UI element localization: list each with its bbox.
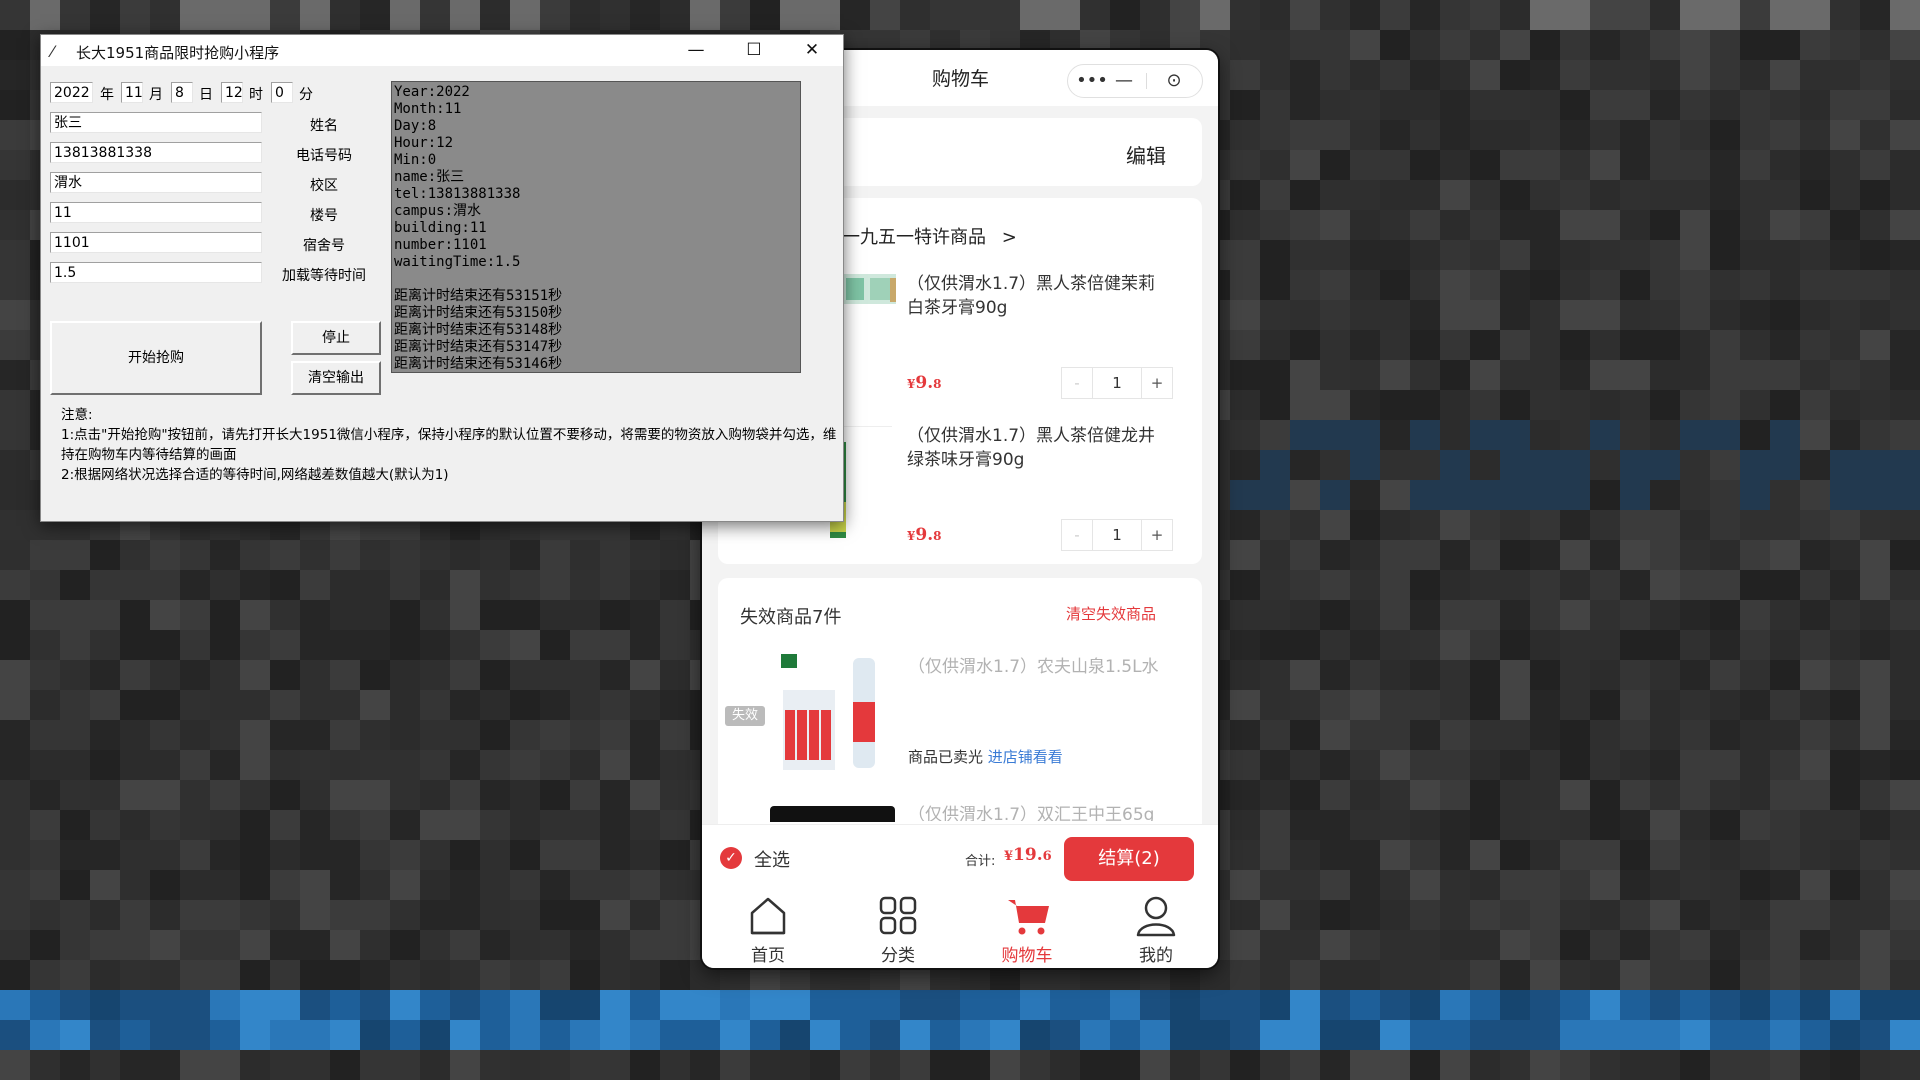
quantity-value[interactable]: 1 bbox=[1093, 520, 1141, 550]
increase-button[interactable]: + bbox=[1141, 368, 1172, 398]
campus-label: 校区 bbox=[310, 178, 338, 194]
clear-output-button[interactable]: 清空输出 bbox=[291, 361, 381, 395]
decrease-button[interactable]: - bbox=[1062, 520, 1093, 550]
output-line: building:11 bbox=[394, 220, 487, 236]
window-titlebar: ⁄ 长大1951商品限时抢购小程序 — ☐ ✕ bbox=[41, 35, 843, 66]
name-input[interactable]: 张三 bbox=[50, 112, 262, 133]
output-line: Month:11 bbox=[394, 101, 462, 117]
day-input[interactable]: 8 bbox=[171, 82, 193, 103]
year-label: 年 bbox=[100, 87, 114, 103]
output-line: waitingTime:1.5 bbox=[394, 254, 521, 270]
output-line: Min:0 bbox=[394, 152, 437, 168]
dorm-number-input[interactable]: 1101 bbox=[50, 232, 262, 253]
invalid-item-title: （仅供渭水1.7）农夫山泉1.5L水 bbox=[908, 657, 1159, 677]
output-line: 距离计时结束还有53146秒 bbox=[394, 356, 563, 372]
note-line: 2:根据网络状况选择合适的等待时间,网络越差数值越大(默认为1) bbox=[61, 467, 449, 483]
toothpaste-thumbnail bbox=[840, 274, 896, 304]
invalid-items-title: 失效商品7件 bbox=[740, 607, 842, 628]
phone-input[interactable]: 13813881338 bbox=[50, 142, 262, 163]
more-icon[interactable]: ••• bbox=[1072, 65, 1112, 97]
output-line: tel:13813881338 bbox=[394, 186, 521, 202]
output-line: 距离计时结束还有53148秒 bbox=[394, 322, 563, 338]
minute-input[interactable]: 0 bbox=[271, 82, 293, 103]
note-line: 1:点击"开始抢购"按钮前，请先打开长大1951微信小程序，保持小程序的默认位置… bbox=[61, 427, 837, 463]
output-line: campus:渭水 bbox=[394, 203, 482, 219]
chevron-right-icon: > bbox=[1001, 227, 1017, 248]
window-title: 长大1951商品限时抢购小程序 bbox=[76, 44, 280, 62]
edit-button[interactable]: 编辑 bbox=[1126, 140, 1166, 169]
maximize-button[interactable]: ☐ bbox=[725, 35, 783, 66]
output-line: Hour:12 bbox=[394, 135, 454, 151]
output-textbox[interactable]: Year:2022 Month:11 Day:8 Hour:12 Min:0 name:张… bbox=[391, 81, 801, 373]
campus-input[interactable]: 渭水 bbox=[50, 172, 262, 193]
shop-name[interactable]: 一九五一特许商品 > bbox=[842, 223, 1017, 249]
building-label: 楼号 bbox=[310, 208, 338, 224]
close-button[interactable]: ✕ bbox=[783, 35, 841, 66]
wait-time-input[interactable]: 1.5 bbox=[50, 262, 262, 283]
hour-label: 时 bbox=[249, 87, 263, 103]
minimize-icon[interactable]: — bbox=[1114, 65, 1134, 97]
feather-icon: ⁄ bbox=[51, 42, 54, 61]
soldout-row: 商品已卖光 进店铺看看 bbox=[908, 746, 1063, 767]
minimize-button[interactable]: — bbox=[667, 35, 725, 66]
page-title: 购物车 bbox=[932, 68, 990, 90]
increase-button[interactable]: + bbox=[1141, 520, 1172, 550]
output-line: 距离计时结束还有53151秒 bbox=[394, 288, 563, 304]
building-input[interactable]: 11 bbox=[50, 202, 262, 223]
start-grab-button[interactable]: 开始抢购 bbox=[50, 321, 262, 395]
clear-invalid-button[interactable]: 清空失效商品 bbox=[1066, 603, 1156, 624]
output-line: name:张三 bbox=[394, 169, 465, 185]
close-circle-icon[interactable]: ⊙ bbox=[1154, 65, 1194, 97]
visit-store-link[interactable]: 进店铺看看 bbox=[988, 748, 1063, 766]
item-title[interactable]: （仅供渭水1.7）黑人茶倍健龙井绿茶味牙膏90g bbox=[907, 424, 1167, 472]
output-line: Day:8 bbox=[394, 118, 437, 134]
output-line: 距离计时结束还有53150秒 bbox=[394, 305, 563, 321]
notes-heading: 注意: bbox=[61, 407, 93, 423]
minute-label: 分 bbox=[299, 87, 313, 103]
notes-section: 注意: 1:点击"开始抢购"按钮前，请先打开长大1951微信小程序，保持小程序的… bbox=[61, 405, 841, 485]
hour-input[interactable]: 12 bbox=[221, 82, 243, 103]
quantity-stepper: - 1 + bbox=[1061, 519, 1173, 551]
soldout-text: 商品已卖光 bbox=[908, 748, 984, 766]
water-bottle-thumbnail bbox=[775, 650, 885, 778]
capsule-menu: ••• — ⊙ bbox=[1067, 64, 1203, 98]
decrease-button[interactable]: - bbox=[1062, 368, 1093, 398]
month-input[interactable]: 11 bbox=[121, 82, 143, 103]
output-line: number:1101 bbox=[394, 237, 487, 253]
item-price: ¥9.8 bbox=[907, 373, 942, 393]
phone-label: 电话号码 bbox=[296, 148, 352, 164]
sausage-thumbnail bbox=[770, 806, 895, 822]
capsule-divider bbox=[1146, 73, 1147, 89]
dorm-number-label: 宿舍号 bbox=[303, 238, 345, 254]
item-title[interactable]: （仅供渭水1.7）黑人茶倍健茉莉白茶牙膏90g bbox=[907, 272, 1167, 320]
invalid-item-title: （仅供渭水1.7）双汇王中王65g bbox=[908, 805, 1155, 821]
grab-tool-window: ⁄ 长大1951商品限时抢购小程序 — ☐ ✕ 2022 年 11 月 8 日 … bbox=[40, 34, 844, 522]
item-price: ¥9.8 bbox=[907, 525, 942, 545]
output-line: Year:2022 bbox=[394, 84, 470, 100]
month-label: 月 bbox=[149, 87, 163, 103]
wait-time-label: 加载等待时间 bbox=[282, 268, 366, 284]
quantity-stepper: - 1 + bbox=[1061, 367, 1173, 399]
output-line: 距离计时结束还有53147秒 bbox=[394, 339, 563, 355]
year-input[interactable]: 2022 bbox=[50, 82, 93, 103]
name-label: 姓名 bbox=[310, 118, 338, 134]
quantity-value[interactable]: 1 bbox=[1093, 368, 1141, 398]
invalid-badge: 失效 bbox=[725, 706, 765, 726]
day-label: 日 bbox=[199, 87, 213, 103]
stop-button[interactable]: 停止 bbox=[291, 321, 381, 355]
